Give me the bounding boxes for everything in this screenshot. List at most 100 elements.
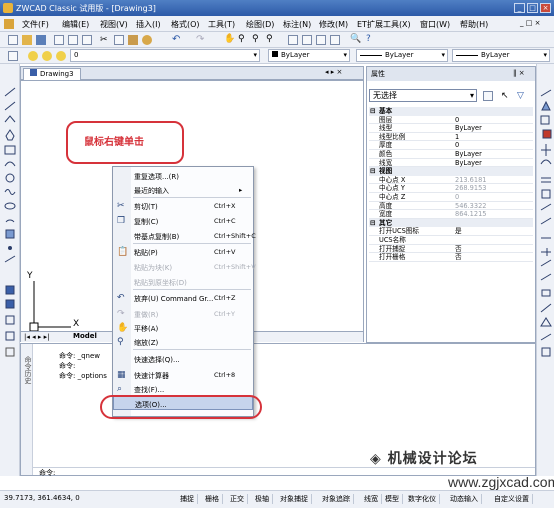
context-menu-item[interactable]: 粘贴到原坐标(D) [113, 275, 253, 289]
toggle-pickadd-icon[interactable]: ▽ [517, 91, 527, 101]
layer-freeze-icon[interactable] [42, 51, 52, 61]
zoom-previous-icon[interactable]: ⚲ [266, 34, 276, 44]
layer-lock-icon[interactable] [56, 51, 66, 61]
property-row[interactable]: 颜色 ByLayer [369, 150, 533, 159]
status-digitizer[interactable]: 数字化仪 [408, 494, 440, 504]
menu-et-tools[interactable]: ET扩展工具(X) [357, 19, 411, 30]
quick-select-icon[interactable] [483, 91, 493, 101]
status-osnap[interactable]: 对象捕捉 [280, 494, 312, 504]
status-custom[interactable]: 自定义设置 [494, 494, 533, 504]
property-row[interactable]: 图层 0 [369, 116, 533, 125]
collapse-icon[interactable]: ⊟ [370, 107, 376, 115]
context-menu-item[interactable]: 📋 粘贴(P) Ctrl+V [113, 245, 253, 259]
property-row[interactable]: 中心点 Y 268.9153 [369, 184, 533, 193]
pan-icon[interactable]: ✋ [224, 34, 235, 44]
lineweight-select[interactable]: ByLayer ▾ [452, 49, 550, 62]
status-lineweight[interactable]: 线宽 [364, 494, 382, 504]
modify-tools-icons[interactable] [537, 64, 554, 364]
property-row[interactable]: 中心点 X 213.6181 [369, 176, 533, 185]
linetype-select[interactable]: ByLayer ▾ [356, 49, 448, 62]
tab-drawing3[interactable]: Drawing3 [23, 68, 81, 80]
context-menu-item[interactable]: 快速选择(Q)... [113, 352, 253, 366]
new-icon[interactable] [8, 35, 18, 45]
copy-icon[interactable] [114, 35, 124, 45]
context-menu-item[interactable]: ⌕ 查找(F)... [113, 382, 253, 396]
context-menu-item[interactable]: ⚲ 缩放(Z) [113, 335, 253, 349]
collapse-icon[interactable]: ⊟ [370, 219, 376, 227]
palette-controls[interactable]: ‖ × [513, 69, 525, 77]
property-row[interactable]: 线宽 ByLayer [369, 159, 533, 168]
tool-palette-icon[interactable] [316, 35, 326, 45]
zoom-realtime-icon[interactable]: ⚲ [238, 34, 248, 44]
layer-manager-icon[interactable] [8, 51, 18, 61]
help-icon[interactable]: ? [366, 34, 376, 44]
color-select[interactable]: ByLayer ▾ [268, 49, 350, 62]
menu-file[interactable]: 文件(F) [22, 19, 49, 30]
collapse-icon[interactable]: ⊟ [370, 167, 376, 175]
menu-draw[interactable]: 绘图(D) [246, 19, 274, 30]
property-row[interactable]: 打开捕捉 否 [369, 245, 533, 254]
search-icon[interactable]: 🔍 [350, 34, 361, 44]
close-icon[interactable]: × [540, 3, 551, 13]
calc-icon[interactable] [330, 35, 340, 45]
undo-icon[interactable]: ↶ [172, 34, 182, 45]
context-menu-item[interactable]: ✂ 剪切(T) Ctrl+X [113, 199, 253, 213]
status-ortho[interactable]: 正交 [230, 494, 248, 504]
layout-nav[interactable]: |◂ ◂ ▸ ▸| [24, 333, 49, 341]
save-icon[interactable] [36, 35, 46, 45]
properties-icon[interactable] [288, 35, 298, 45]
status-model[interactable]: 模型 [385, 494, 403, 504]
context-menu-item[interactable]: ↶ 放弃(U) Command Gr... Ctrl+Z [113, 291, 253, 305]
context-menu-item[interactable]: ❐ 复制(C) Ctrl+C [113, 214, 253, 228]
publish-icon[interactable] [82, 35, 92, 45]
doc-window-controls[interactable]: _ □ × [520, 19, 540, 27]
context-menu-item[interactable]: 最近的输入 ▸ [113, 183, 253, 197]
print-icon[interactable] [54, 35, 64, 45]
status-dynamic-input[interactable]: 动态输入 [450, 494, 482, 504]
property-row[interactable]: 中心点 Z 0 [369, 193, 533, 202]
redo-icon[interactable]: ↷ [196, 34, 206, 45]
tab-model[interactable]: Model [73, 332, 97, 340]
menu-help[interactable]: 帮助(H) [460, 19, 488, 30]
context-menu-item[interactable]: ✋ 平移(A) [113, 321, 253, 335]
property-row[interactable]: 线型比例 1 [369, 133, 533, 142]
menu-dimension[interactable]: 标注(N) [283, 19, 311, 30]
status-otrack[interactable]: 对象追踪 [322, 494, 354, 504]
layer-select[interactable]: 0 ▾ [70, 49, 260, 62]
draw-tools-icons[interactable] [0, 64, 20, 364]
menu-edit[interactable]: 编辑(E) [62, 19, 89, 30]
property-section[interactable]: ⊟ 视图 [369, 167, 533, 176]
zoom-window-icon[interactable]: ⚲ [252, 34, 262, 44]
property-row[interactable]: 厚度 0 [369, 141, 533, 150]
property-row[interactable]: 线型 ByLayer [369, 124, 533, 133]
design-center-icon[interactable] [302, 35, 312, 45]
status-polar[interactable]: 极轴 [255, 494, 273, 504]
menu-tools[interactable]: 工具(T) [208, 19, 235, 30]
selection-select[interactable]: 无选择 ▾ [369, 89, 477, 102]
property-row[interactable]: 打开栅格 否 [369, 253, 533, 262]
property-section[interactable]: ⊟ 其它 [369, 218, 533, 228]
maximize-icon[interactable]: □ [527, 3, 538, 13]
context-menu-item[interactable]: 重复选项...(R) [113, 169, 253, 183]
menu-format[interactable]: 格式(O) [171, 19, 200, 30]
paste-icon[interactable] [128, 35, 138, 45]
context-menu-item[interactable]: ▦ 快速计算器 Ctrl+8 [113, 368, 253, 382]
command-window-handle[interactable]: 命令历史 [21, 344, 33, 475]
menu-modify[interactable]: 修改(M) [319, 19, 348, 30]
minimize-icon[interactable]: _ [514, 3, 525, 13]
status-snap[interactable]: 捕捉 [180, 494, 198, 504]
property-row[interactable]: 打开UCS图标 是 [369, 227, 533, 236]
status-grid[interactable]: 栅格 [205, 494, 223, 504]
property-row[interactable]: 宽度 864.1215 [369, 210, 533, 219]
cut-icon[interactable]: ✂ [100, 35, 110, 45]
select-objects-icon[interactable]: ↖ [501, 91, 511, 101]
menu-insert[interactable]: 插入(I) [136, 19, 161, 30]
context-menu-item[interactable]: 带基点复制(B) Ctrl+Shift+C [113, 229, 256, 243]
tab-controls[interactable]: ◂ ▸ × [325, 68, 342, 76]
preview-icon[interactable] [68, 35, 78, 45]
context-menu-item[interactable]: ↷ 重做(R) Ctrl+Y [113, 307, 253, 321]
property-row[interactable]: 高度 546.3322 [369, 202, 533, 211]
open-icon[interactable] [22, 35, 32, 45]
property-row[interactable]: UCS名称 [369, 236, 533, 245]
property-section[interactable]: ⊟ 基本 [369, 107, 533, 116]
